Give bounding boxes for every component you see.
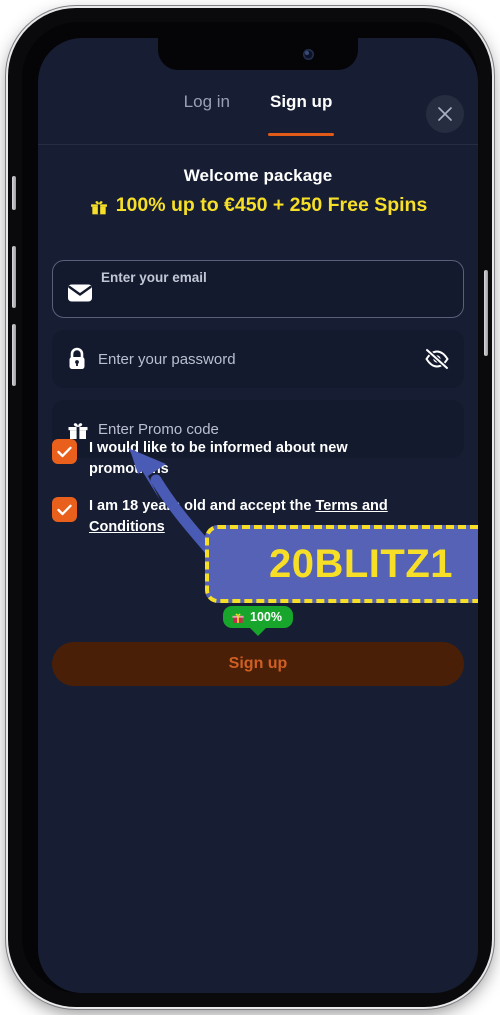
welcome-offer-line: 100% up to €450 + 250 Free Spins [38, 194, 478, 217]
password-field[interactable]: Enter your password [52, 330, 464, 388]
check-icon [57, 504, 72, 515]
power-button[interactable] [484, 270, 488, 356]
envelope-icon [67, 282, 99, 302]
close-button[interactable] [426, 95, 464, 133]
eye-off-icon [424, 348, 450, 370]
promotions-checkbox[interactable] [52, 439, 77, 464]
lock-icon [66, 347, 98, 371]
promo-code-callout-text: 20BLITZ1 [268, 542, 454, 586]
screenshot-root: Log in Sign up Welcome package 100% up t… [0, 0, 500, 1015]
email-field-label: Enter your email [101, 270, 207, 285]
auth-tabbar: Log in Sign up [38, 86, 478, 144]
notch [158, 38, 358, 70]
phone-screen: Log in Sign up Welcome package 100% up t… [38, 38, 478, 993]
password-placeholder: Enter your password [98, 350, 236, 368]
promo-code-callout: 20BLITZ1 [205, 525, 478, 603]
bonus-badge-label: 100% [250, 609, 282, 624]
welcome-offer-text: 100% up to €450 + 250 Free Spins [115, 194, 428, 216]
check-icon [57, 446, 72, 457]
consent-row-promotions: I would like to be informed about new pr… [52, 438, 464, 480]
close-icon [438, 107, 452, 121]
promo-code-placeholder: Enter Promo code [98, 420, 219, 438]
tab-log-in[interactable]: Log in [182, 86, 232, 112]
page-title: Welcome package [183, 166, 333, 185]
tab-sign-up[interactable]: Sign up [268, 86, 335, 136]
volume-up-button[interactable] [12, 246, 16, 308]
promotions-consent-label: I would like to be informed about new pr… [89, 440, 348, 478]
toggle-password-visibility-button[interactable] [424, 348, 450, 370]
front-camera-icon [303, 49, 314, 60]
bonus-badge-wrap: 100% [38, 606, 478, 628]
gift-icon [90, 200, 107, 214]
bonus-badge: 100% [223, 606, 293, 628]
terms-consent-text: I am 18 years old and accept the [89, 498, 316, 515]
header-divider [38, 144, 478, 145]
sign-up-submit-button[interactable]: Sign up [52, 642, 464, 686]
silent-switch[interactable] [12, 176, 16, 210]
email-field[interactable]: Enter your email [52, 260, 464, 318]
terms-checkbox[interactable] [52, 497, 77, 523]
gift-icon [232, 613, 244, 623]
welcome-package-header: Welcome package 100% up to €450 + 250 Fr… [38, 166, 478, 217]
volume-down-button[interactable] [12, 324, 16, 386]
phone-frame: Log in Sign up Welcome package 100% up t… [8, 8, 492, 1007]
